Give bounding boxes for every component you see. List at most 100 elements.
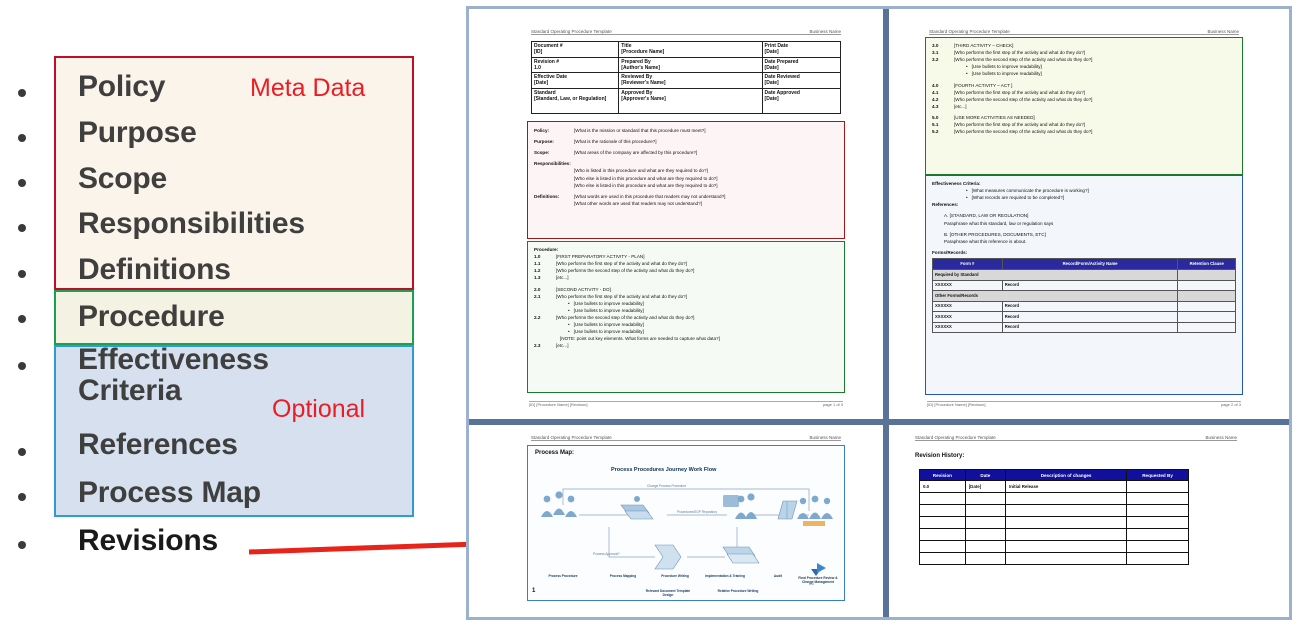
running-head-right-text: Business Name [809,29,841,34]
forms-cell: XXXXXX [932,322,1003,334]
procedure-line-text: [Who performs the first step of the acti… [556,261,687,267]
reference-b-description: Paraphrase what this reference is about. [944,238,1027,244]
running-head-left-text: Standard Operating Procedure Template [531,435,612,440]
procedure-line: 2.2 [Who performs the second step of the … [534,314,838,321]
scope-value: [What areas of the company are affected … [574,150,698,156]
preview-page-3[interactable]: Standard Operating Procedure Template Bu… [469,425,883,617]
footer-left-text: [ID] [Procedure Name] [Revision] [529,402,588,407]
forms-cell: Record [1001,280,1179,292]
page1-meta-narrative-block: Policy: [What is the mission or standard… [527,121,845,239]
procedure-line: 4.1 [Who performs the first step of the a… [932,89,1236,96]
column-header-record-name: Record/Form/Activity Name [1001,258,1179,271]
outline-item-definitions[interactable]: Definitions [78,253,231,287]
bullet-marker [18,89,26,97]
forms-cell: XXXXXX [932,311,1003,323]
table-header-row: Form # Record/Form/Activity Name Retenti… [932,258,1236,271]
table-row [919,552,1189,565]
bullet-marker [18,362,26,370]
procedure-bullet: [Use bullets to improve readability] [966,63,1236,70]
running-head-left-text: Standard Operating Procedure Template [915,435,996,440]
document-icon-process-mapping [620,496,654,520]
definitions-row: Definitions: [What words are used in thi… [534,193,838,200]
procedure-line: 1.0 [FIRST PREPARATORY ACTIVITY - PLAN] [534,253,838,260]
effectiveness-heading: Effectiveness Criteria: [932,181,981,186]
procedure-line-text: [SECOND ACTIVITY - DO] [556,286,611,292]
purpose-row: Purpose: [What is the rationale of this … [534,138,838,145]
reference-b: B. [OTHER PROCEDURES, DOCUMENTS, ETC] [944,231,1046,237]
footer-left-text: [ID] [Procedure Name] [Revision] [927,402,986,407]
revision-cell [1005,540,1128,553]
outline-item-references[interactable]: References [78,428,238,462]
forms-cell: Record [1001,301,1179,313]
page2-procedure-continued-block: 3.0 [THIRD ACTIVITY – CHECK] 3.1 [Who perfo… [925,37,1243,175]
outline-item-policy[interactable]: Policy [78,70,165,104]
outline-item-process-map[interactable]: Process Map [78,476,261,510]
forms-cell [1177,301,1236,313]
node-label-process-procedure: Process Procedure [548,574,578,578]
reference-a-description: Paraphrase what this standard, law or re… [944,220,1054,226]
outline-item-scope[interactable]: Scope [78,162,167,196]
procedure-line-number: 3.2 [932,57,939,63]
page2-effectiveness-block: Effectiveness Criteria: [What measures c… [925,175,1243,395]
forms-cell [1177,322,1236,334]
procedure-line-number: 3.1 [932,50,939,56]
node-label-procedure-writing: Procedure Writing [661,574,689,578]
bullet-marker [18,541,26,549]
procedure-line-number: 2.1 [534,293,541,299]
revision-cell [919,552,966,565]
revision-cell [1126,528,1189,541]
page3-marker: 1 [532,588,536,594]
procedure-line: 5.1 [Who performs the first step of the a… [932,121,1236,128]
procedure-line-text: [Who performs the second step of the act… [954,57,1093,63]
procedure-line-number: 1.3 [534,275,541,281]
document-preview-panel: Standard Operating Procedure Template Bu… [466,6,1292,620]
revision-cell [919,540,966,553]
table-row: 0.0 [Date] Initial Release [919,480,1189,493]
table-row: Other Forms/Records [931,290,1236,302]
procedure-line-text: [Who performs the first step of the acti… [954,89,1085,95]
bullet-marker [18,448,26,456]
scope-row: Scope: [What areas of the company are af… [534,149,838,156]
column-header-form-number: Form # [932,258,1003,271]
node-label-audit: Audit [773,574,783,578]
outline-item-purpose[interactable]: Purpose [78,116,197,150]
audit-icon [777,500,798,520]
revision-cell: [Date] [964,480,1007,493]
table-row [919,504,1189,517]
procedure-line-text: [Who performs the first step of the acti… [556,293,687,299]
procedure-line: 2.3 [etc...] [534,342,838,349]
procedure-line: 2.0 [SECOND ACTIVITY - DO] [534,286,838,293]
bullet-marker [18,493,26,501]
forms-cell: Record [1001,322,1179,334]
decision-shape-template-design [654,544,682,570]
procedure-line: 4.3 [etc...] [932,103,1236,110]
procedure-line-text: [THIRD ACTIVITY – CHECK] [954,43,1014,48]
meta-value: [Reviewer's Name] [621,80,666,87]
revision-cell: Initial Release [1005,480,1128,493]
page2-footer: [ID] [Procedure Name] [Revision] page 2 … [927,401,1241,407]
procedure-line-text: [etc...] [556,343,569,349]
people-icon-process-procedure [541,491,577,517]
forms-cell: XXXXXX [932,280,1003,292]
preview-page-1[interactable]: Standard Operating Procedure Template Bu… [469,9,883,419]
preview-page-4[interactable]: Standard Operating Procedure Template Bu… [889,425,1289,617]
revision-history-table: Revision Date Description of changes Req… [919,469,1189,565]
preview-page-2[interactable]: Standard Operating Procedure Template Bu… [889,9,1289,419]
revision-cell [964,516,1007,529]
meta-cell: Approved By [Approver's Name] [618,87,763,114]
procedure-line-number: 2.2 [534,314,541,320]
edge-label-change-process: Change Process Procedure [647,484,686,488]
revision-cell [964,528,1007,541]
node-label-process-mapping: Process Mapping [609,574,637,578]
meta-cell: Effective Date [Date] [530,72,620,89]
procedure-line-number: 1.2 [534,268,541,274]
outline-item-responsibilities[interactable]: Responsibilities [78,207,305,241]
outline-item-procedure[interactable]: Procedure [78,300,225,334]
outline-panel: Policy Purpose Scope Responsibilities De… [0,0,455,626]
outline-item-revisions[interactable]: Revisions [78,524,218,558]
bullet-marker [18,134,26,142]
meta-cell: Standard [Standard, Law, or Regulation] [530,87,620,114]
revision-cell [1126,540,1189,553]
procedure-line-text: [FIRST PREPARATORY ACTIVITY - PLAN] [556,254,645,260]
effectiveness-bullet: [What records are required to be complet… [966,194,1236,201]
